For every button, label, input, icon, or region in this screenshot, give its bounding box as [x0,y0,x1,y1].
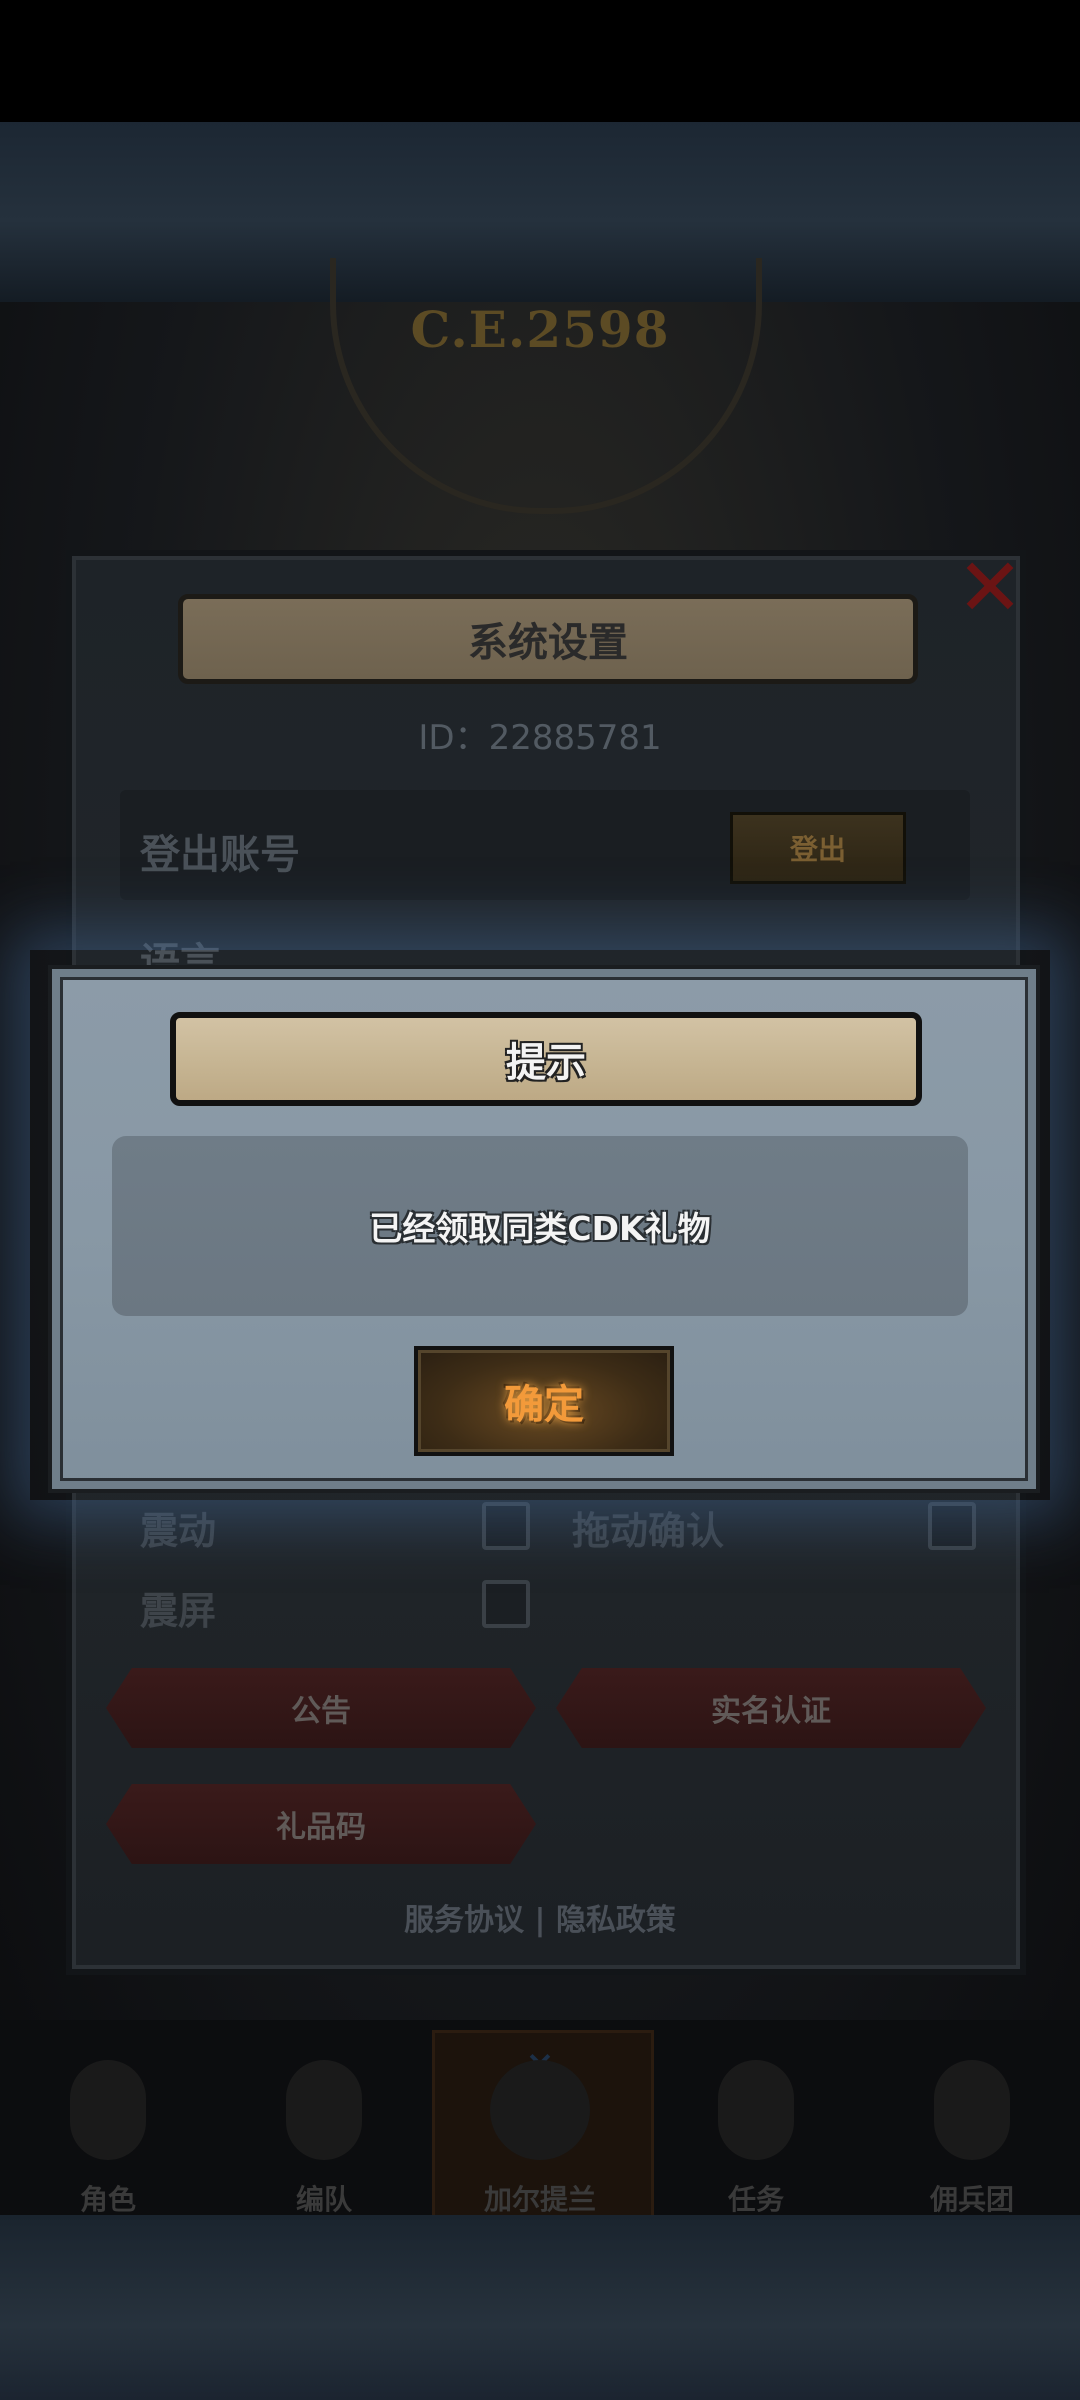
nav-label: 任务 [727,2183,784,2216]
nav-label: 佣兵团 [929,2183,1014,2216]
dialog-title-banner: 提示 [170,1012,922,1106]
nav-label: 角色 [79,2183,136,2216]
announcement-button[interactable]: 公告 [106,1668,536,1748]
logout-account-label: 登出账号 [140,832,300,878]
era-label: C.E.2598 [410,300,670,359]
globe-icon [490,2060,590,2160]
screen-shake-checkbox[interactable] [482,1580,530,1628]
nav-item-quests[interactable]: 任务 [648,2040,864,2220]
drag-confirm-label: 拖动确认 [572,1509,725,1553]
settings-title-banner: 系统设置 [178,594,918,684]
vibration-checkbox[interactable] [482,1502,530,1550]
confirm-button[interactable]: 确定 [414,1346,674,1456]
footer-links: 服务协议 | 隐私政策 [280,1895,800,1939]
gift-code-button[interactable]: 礼品码 [106,1784,536,1864]
privacy-policy-link[interactable]: 隐私政策 [556,1903,676,1938]
nav-item-galtiran[interactable]: 加尔提兰 [432,2040,648,2220]
formation-icon [286,2060,362,2160]
nav-item-formation[interactable]: 编队 [216,2040,432,2220]
vibration-label: 震动 [140,1509,217,1553]
confirm-button-label: 确定 [504,1382,584,1428]
dialog-title: 提示 [506,1040,586,1086]
nav-label: 编队 [295,2183,352,2216]
nav-item-mercenaries[interactable]: 佣兵团 [864,2040,1080,2220]
logout-button[interactable]: 登出 [730,812,906,884]
mercenary-icon [934,2060,1010,2160]
character-icon [70,2060,146,2160]
drag-confirm-checkbox[interactable] [928,1502,976,1550]
footer-separator: | [534,1903,546,1938]
quest-icon [718,2060,794,2160]
real-name-verification-button[interactable]: 实名认证 [556,1668,986,1748]
bottom-banner-area [0,2215,1080,2400]
screen-shake-label: 震屏 [140,1589,217,1633]
dialog-message: 已经领取同类CDK礼物 [369,1209,711,1248]
nav-item-character[interactable]: 角色 [0,2040,216,2220]
dialog-message-box: 已经领取同类CDK礼物 [112,1136,968,1316]
close-icon[interactable]: ✕ [950,548,1030,628]
user-id-text: ID：22885781 [418,718,662,758]
settings-title: 系统设置 [468,620,628,666]
nav-label: 加尔提兰 [483,2183,596,2216]
service-agreement-link[interactable]: 服务协议 [404,1903,524,1938]
top-letterbox [0,0,1080,122]
